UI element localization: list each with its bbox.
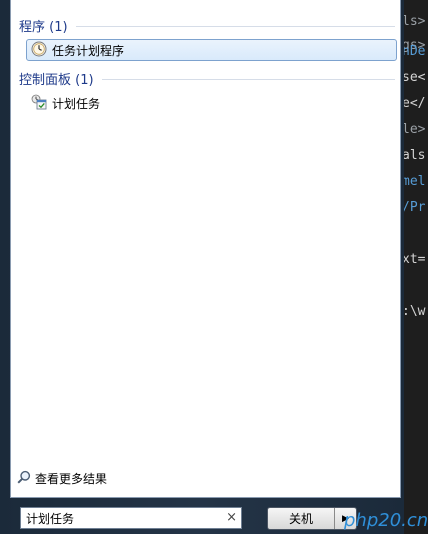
- watermark: php20.cn: [344, 510, 428, 531]
- scheduled-task-icon: [31, 94, 47, 113]
- code-line: ls>: [402, 14, 426, 29]
- see-more-results-label: 查看更多结果: [35, 472, 108, 486]
- result-item-label: 任务计划程序: [52, 43, 125, 58]
- divider: [75, 26, 395, 27]
- divider: [101, 79, 395, 80]
- search-icon: [17, 470, 31, 487]
- result-item-task-scheduler[interactable]: 任务计划程序: [26, 39, 397, 61]
- group-header-programs: 程序 (1): [19, 16, 395, 35]
- search-input[interactable]: [26, 511, 216, 525]
- search-results-panel: 程序 (1) 任务计划程序 控制面板 (1) 计划任务 查看更多结果: [10, 0, 401, 498]
- see-more-results-link[interactable]: 查看更多结果: [17, 470, 107, 487]
- group-header-control-panel: 控制面板 (1): [19, 69, 395, 88]
- group-header-label: 控制面板 (1): [19, 73, 94, 88]
- start-menu: 程序 (1) 任务计划程序 控制面板 (1) 计划任务 查看更多结果 计划任务 …: [0, 0, 404, 534]
- code-line: als: [402, 148, 426, 163]
- code-line: se<: [402, 70, 426, 85]
- code-line: nDe: [402, 44, 426, 59]
- code-line: xt=: [402, 252, 426, 267]
- result-item-scheduled-tasks[interactable]: 计划任务: [26, 92, 397, 114]
- clear-search-icon[interactable]: ×: [226, 510, 237, 525]
- clock-icon: [31, 41, 47, 60]
- background-code-editor: ls> gs> nDe se< e</ le> als mel /Pr xt= …: [400, 0, 428, 534]
- code-line: :\w: [402, 304, 426, 319]
- result-item-label: 计划任务: [52, 96, 101, 111]
- code-line: e</: [402, 96, 426, 111]
- group-header-label: 程序 (1): [19, 20, 68, 35]
- shutdown-button[interactable]: 关机: [268, 508, 335, 529]
- code-line: mel: [402, 174, 426, 189]
- code-line: le>: [402, 122, 426, 137]
- start-search-box[interactable]: ×: [20, 507, 242, 529]
- code-line: /Pr: [402, 200, 426, 215]
